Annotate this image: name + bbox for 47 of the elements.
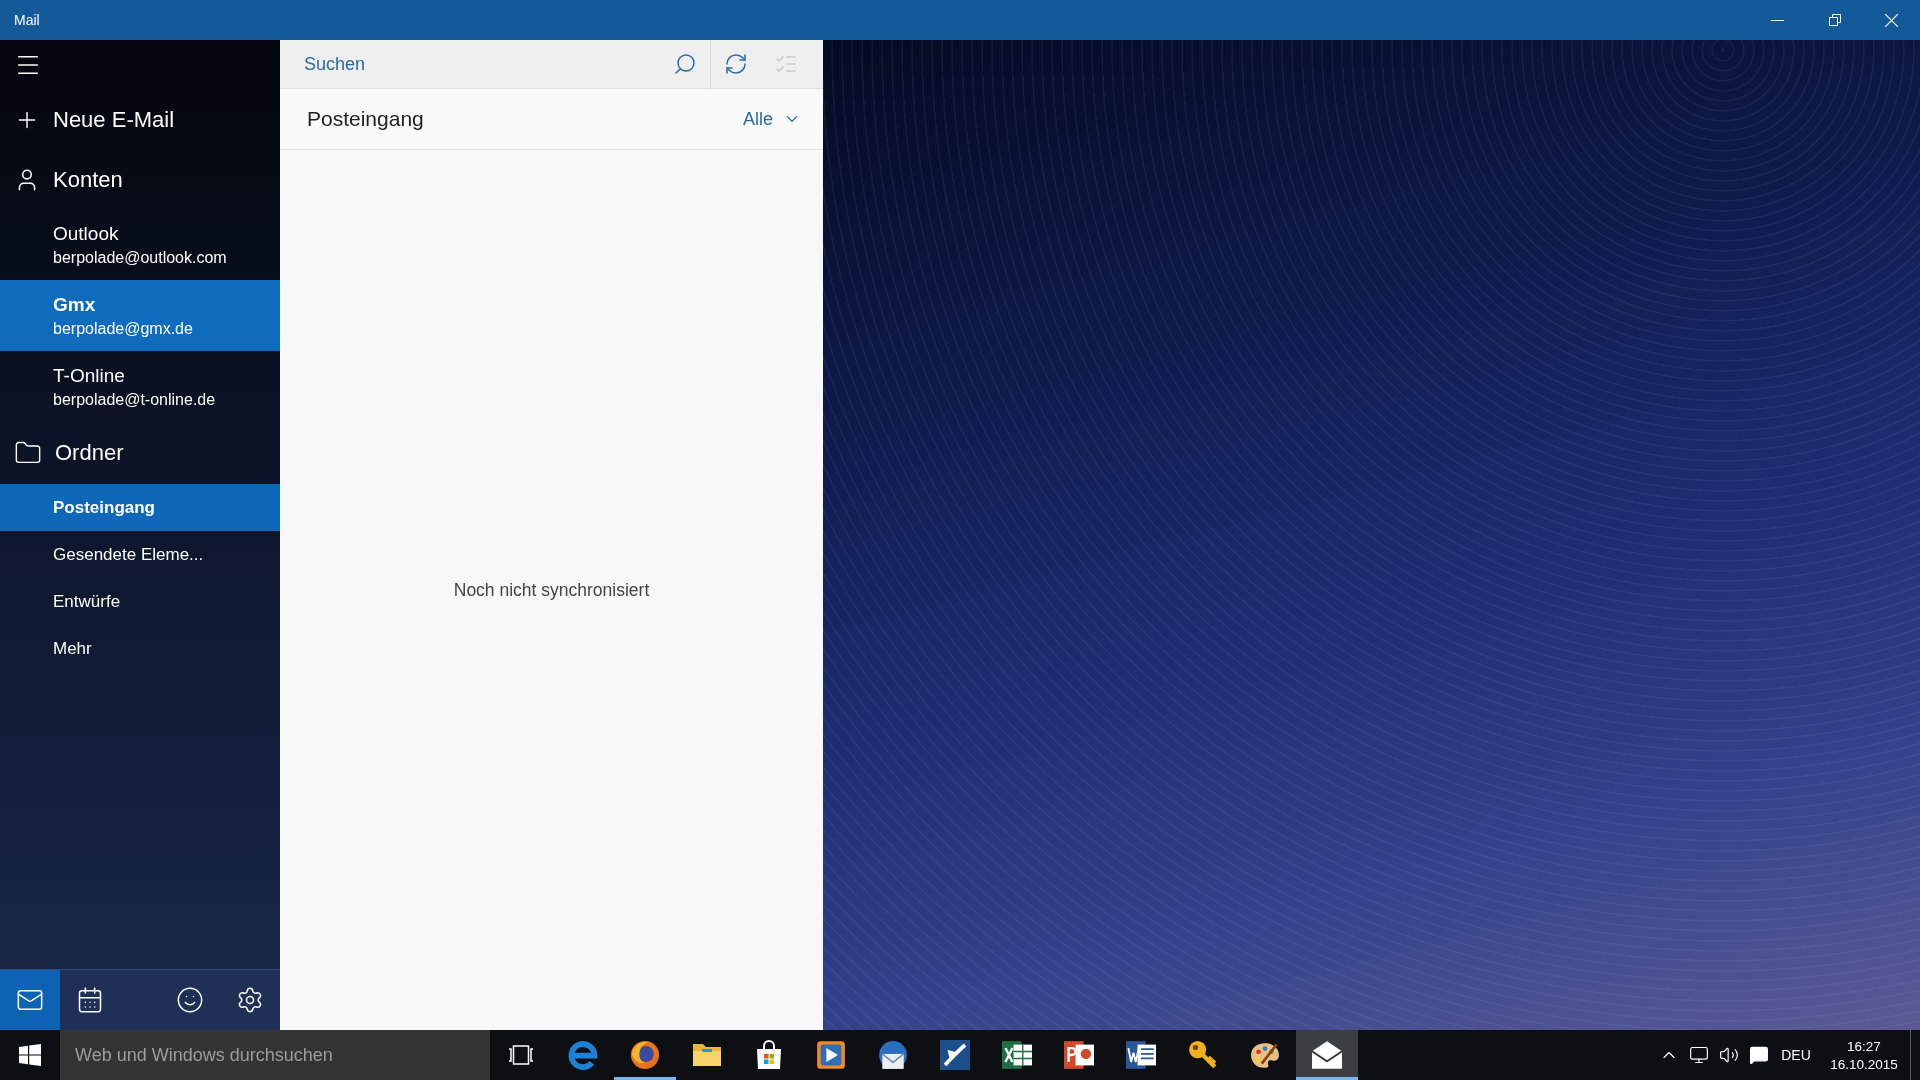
clock-button[interactable]: 16:27 16.10.2015: [1818, 1030, 1910, 1080]
folders-button[interactable]: Ordner: [0, 422, 280, 484]
spreadsheet-icon: [1002, 1040, 1032, 1070]
filter-dropdown[interactable]: Alle: [743, 104, 801, 134]
presentation-icon: [1064, 1040, 1094, 1070]
globe-logo-icon: [630, 1040, 660, 1070]
taskbar-search-field[interactable]: Web und Windows durchsuchen: [60, 1030, 490, 1080]
palette-icon: [1250, 1040, 1280, 1070]
search-button[interactable]: [660, 40, 710, 89]
folder-item[interactable]: Gesendete Eleme...: [0, 531, 280, 578]
key-icon: [1188, 1040, 1218, 1070]
smiley-icon: [176, 986, 204, 1014]
calendar-icon: [76, 986, 104, 1014]
windows-logo-icon: [19, 1044, 41, 1066]
document-icon: [1126, 1040, 1156, 1070]
account-item[interactable]: Gmx berpolade@gmx.de: [0, 280, 280, 351]
task-view-icon: [508, 1045, 534, 1065]
taskbar-app-button[interactable]: [1296, 1030, 1358, 1080]
folder-item[interactable]: Entwürfe: [0, 578, 280, 625]
shopping-bag-icon: [754, 1040, 784, 1070]
folder-title: Posteingang: [307, 107, 424, 131]
accounts-button[interactable]: Konten: [0, 150, 280, 209]
sync-button[interactable]: [711, 40, 761, 89]
empty-state-message: Noch nicht synchronisiert: [453, 579, 650, 601]
volume-icon: [1719, 1045, 1739, 1065]
swoosh-tile-icon: [940, 1040, 970, 1070]
restore-icon: [1828, 14, 1841, 26]
envelope-icon: [1312, 1040, 1342, 1070]
search-field[interactable]: Suchen: [280, 40, 660, 89]
account-item[interactable]: T-Online berpolade@t-online.de: [0, 351, 280, 422]
folder-item[interactable]: Mehr: [0, 625, 280, 672]
play-icon: [816, 1040, 846, 1070]
folder-item[interactable]: Posteingang: [0, 484, 280, 531]
envelope-logo-icon: [878, 1040, 908, 1070]
window-title: Mail: [14, 12, 40, 28]
settings-icon: [236, 986, 264, 1014]
account-item[interactable]: Outlook berpolade@outlook.com: [0, 209, 280, 280]
browser-logo-icon: [568, 1040, 598, 1070]
notification-icon: [1749, 1045, 1769, 1065]
search-icon: [673, 52, 697, 76]
monitor-icon: [1689, 1045, 1709, 1065]
language-indicator[interactable]: DEU: [1774, 1030, 1818, 1080]
new-mail-button[interactable]: Neue E-Mail: [0, 90, 280, 150]
close-icon: [1885, 13, 1898, 27]
sync-icon: [724, 52, 748, 76]
mail-button[interactable]: [0, 970, 60, 1030]
minimize-icon: [1771, 19, 1784, 21]
